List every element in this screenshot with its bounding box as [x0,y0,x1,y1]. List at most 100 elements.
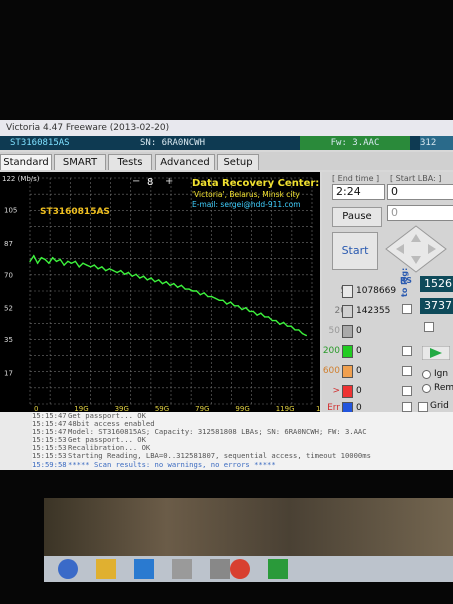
speed-data-point [142,275,145,277]
end-lba-field[interactable]: 0 [387,205,453,221]
end-time-field[interactable]: 2:24 [332,184,385,200]
x-tick-label: 39G [115,405,129,412]
log-gutter [0,412,32,470]
block-label: 200 [322,346,340,356]
victoria-window: Victoria 4.47 Freeware (2013-02-20) ST31… [0,120,453,470]
speed-data-point [127,271,130,274]
speed-data-point [120,269,122,272]
y-tick-label: 35 [4,336,13,344]
y-tick-label: 70 [4,271,13,279]
block-count: 1078669 [356,286,397,296]
speed-data-point [290,325,292,327]
app-icon[interactable] [172,559,192,579]
block-swatch [342,285,353,298]
banner-email: E-mail: sergei@hdd-911.com [192,200,301,209]
x-tick-label: 119G [276,405,295,412]
x-tick-label: 59G [155,405,169,412]
y-tick-label: 87 [4,240,13,248]
end-time-label: [ End time ] [332,174,380,183]
banner-location: 'Victoria', Belarus, Minsk city [192,190,300,199]
speed-data-point [271,319,273,322]
app-icon[interactable] [210,559,230,579]
option-checkbox[interactable] [424,322,434,332]
tab-setup[interactable]: Setup [217,154,259,170]
speed-data-point [275,319,277,322]
log-checkbox-err[interactable] [402,402,412,412]
speed-data-point [267,316,270,318]
start-button[interactable]: Start [332,232,378,270]
tab-standard[interactable]: Standard [0,154,52,170]
play-icon[interactable] [422,346,450,360]
drive-info-bar: ST3160815AS SN: 6RA0NCWH Fw: 3.AAC 312 [0,136,453,150]
speed-data-point [195,290,198,292]
pause-button[interactable]: Pause [332,207,382,227]
block-count: 142355 [356,306,391,316]
log-checkbox-20[interactable] [402,304,412,314]
speed-data-point [226,303,228,305]
speed-data-point [279,323,281,325]
tab-tests[interactable]: Tests [108,154,152,170]
speed-data-point [29,260,31,263]
remap-label: Rem [434,383,453,393]
log-checkbox-gt[interactable] [402,386,412,396]
y-tick-label: 52 [4,305,13,313]
to-log-label: to log: [400,267,409,297]
speed-data-point [44,258,46,261]
speed-data-point [252,310,254,313]
speed-data-point [298,329,300,331]
speed-data-point [59,258,61,261]
log-line: 15:15:47Get passport... OK [32,412,146,420]
block-swatch [342,305,353,318]
log-line: 15:59:58***** Scan results: no warnings,… [32,460,276,469]
speed-data-point [154,281,156,283]
direction-pad[interactable] [384,224,448,274]
log-checkbox-200[interactable] [402,346,412,356]
speed-data-point [301,332,304,335]
block-count: 0 [356,366,362,376]
drive-serial: SN: 6RA0NCWH [140,138,206,148]
block-count: 0 [356,326,362,336]
speed-data-point [123,273,126,275]
start-orb-icon[interactable] [58,559,78,579]
speed-data-point [173,282,175,285]
speed-data-point [305,334,307,337]
desktop-wallpaper [44,498,453,558]
ignore-radio[interactable] [422,370,431,379]
speed-data-point [139,277,141,279]
window-title: Victoria 4.47 Freeware (2013-02-20) [0,120,453,136]
drive-model-label: ST3160815AS [40,207,110,217]
speed-data-point [294,329,296,331]
log-checkbox-600[interactable] [402,366,412,376]
start-lba-label: [ Start LBA: ] [390,174,442,183]
speed-data-point [207,295,209,298]
speed-readout: 1526 [420,276,453,292]
taskbar [44,556,453,582]
chrome-icon[interactable] [230,559,250,579]
victoria-app-icon[interactable] [268,559,288,579]
speed-data-point [237,305,239,307]
speed-data-point [74,260,77,263]
start-lba-field[interactable]: 0 [387,184,453,200]
block-count: 0 [356,346,362,356]
speed-data-point [78,266,80,268]
speed-data-point [229,301,232,303]
speed-data-point [48,262,50,264]
speed-data-point [203,292,205,294]
tab-smart[interactable]: SMART [54,154,106,170]
y-tick-label: 17 [4,370,13,378]
media-player-icon[interactable] [134,559,154,579]
speed-data-point [260,312,262,314]
speed-data-point [245,307,247,309]
block-count: 0 [356,386,362,396]
grid-checkbox[interactable] [418,402,428,412]
event-log: 15:15:47Get passport... OK 15:15:4748bit… [32,412,453,470]
speed-data-point [184,288,186,290]
speed-data-point [286,325,289,327]
speed-data-point [55,260,58,263]
remap-radio[interactable] [422,384,431,393]
speed-data-point [248,310,251,313]
tab-advanced[interactable]: Advanced [155,154,215,170]
speed-data-point [146,279,148,281]
folder-icon[interactable] [96,559,116,579]
speed-data-point [169,284,171,287]
